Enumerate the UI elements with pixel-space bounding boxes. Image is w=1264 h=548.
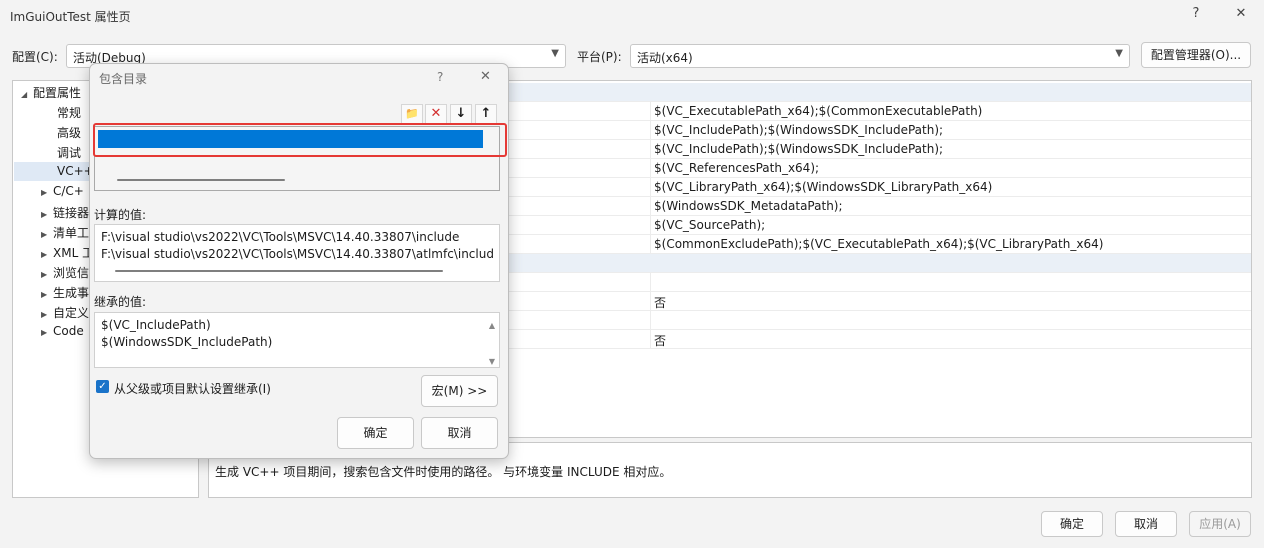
ok-button[interactable]: 确定 [1041, 511, 1103, 537]
caret-right-icon: ▶ [41, 290, 48, 299]
computed-scrollbar[interactable] [115, 270, 443, 272]
caret-down-icon: ◢ [21, 90, 28, 99]
dialog-title: 包含目录 [99, 72, 148, 86]
platform-label: 平台(P): [577, 50, 622, 64]
caret-right-icon: ▶ [41, 328, 48, 337]
tree-item-label: 链接器 [53, 206, 90, 220]
tree-item-label: Code [53, 324, 84, 338]
apply-button[interactable]: 应用(A) [1189, 511, 1251, 537]
inherit-checkbox-label[interactable]: 从父级或项目默认设置继承(I) [114, 380, 271, 397]
include-directories-dialog: 包含目录 ? ✕ 📁 ✕ ↓ ↑ 计算的值: F:\visual studio\… [89, 63, 509, 459]
tree-item-build-events[interactable]: ▶ 生成事 [41, 284, 89, 301]
grid-value: 否 [654, 296, 667, 310]
inherited-values: $(VC_IncludePath) $(WindowsSDK_IncludePa… [94, 312, 500, 368]
caret-right-icon: ▶ [41, 270, 48, 279]
new-line-icon[interactable]: 📁 [401, 104, 423, 124]
tree-item-vcpp[interactable]: VC++ [14, 162, 94, 181]
tree-item-label: 清单工 [53, 226, 90, 240]
tree-item-code-analysis[interactable]: ▶ Code [41, 324, 84, 338]
config-manager-button[interactable]: 配置管理器(O)... [1141, 42, 1251, 68]
window-title: ImGuiOutTest 属性页 [10, 10, 131, 24]
tree-root-label: 配置属性 [33, 86, 82, 100]
grid-value: $(VC_LibraryPath_x64);$(WindowsSDK_Libra… [654, 180, 993, 194]
highlight-box [93, 123, 507, 157]
move-up-icon[interactable]: ↑ [475, 104, 497, 124]
tree-item-general[interactable]: 常规 [57, 104, 81, 121]
platform-select[interactable]: 活动(x64) ▼ [630, 44, 1130, 68]
computed-label: 计算的值: [94, 208, 147, 222]
tree-item-label: XML 工 [53, 246, 95, 260]
tree-item-cpp[interactable]: ▶ C/C+ [41, 184, 84, 198]
close-icon[interactable]: ✕ [1231, 6, 1251, 21]
computed-line: F:\visual studio\vs2022\VC\Tools\MSVC\14… [101, 230, 460, 244]
list-scrollbar[interactable] [117, 179, 285, 181]
inherited-line: $(WindowsSDK_IncludePath) [101, 335, 273, 349]
grid-value: 否 [654, 334, 667, 348]
tree-item-xml[interactable]: ▶ XML 工 [41, 244, 94, 261]
caret-right-icon: ▶ [41, 210, 48, 219]
tree-item-label: 浏览信 [53, 266, 90, 280]
tree-item-debugging[interactable]: 调试 [57, 144, 81, 161]
tree-item-linker[interactable]: ▶ 链接器 [41, 204, 89, 221]
dialog-ok-button[interactable]: 确定 [337, 417, 414, 449]
scroll-down-icon[interactable]: ▼ [489, 353, 495, 370]
move-down-icon[interactable]: ↓ [450, 104, 472, 124]
chevron-down-icon: ▼ [1115, 48, 1123, 59]
config-label: 配置(C): [12, 50, 58, 64]
inherit-checkbox[interactable]: ✓ [96, 380, 109, 393]
caret-right-icon: ▶ [41, 188, 48, 197]
grid-value: $(CommonExcludePath);$(VC_ExecutablePath… [654, 237, 1104, 251]
grid-value: $(VC_SourcePath); [654, 218, 766, 232]
tree-item-label: C/C+ [53, 184, 84, 198]
inherited-line: $(VC_IncludePath) [101, 318, 211, 332]
platform-value: 活动(x64) [637, 51, 693, 65]
tree-item-custom[interactable]: ▶ 自定义 [41, 304, 89, 321]
help-icon[interactable]: ? [1186, 6, 1206, 21]
caret-right-icon: ▶ [41, 230, 48, 239]
caret-right-icon: ▶ [41, 310, 48, 319]
tree-item-browse[interactable]: ▶ 浏览信 [41, 264, 89, 281]
tree-item-label: 生成事 [53, 286, 90, 300]
tree-item-label: 自定义 [53, 306, 90, 320]
grid-value: $(VC_IncludePath);$(WindowsSDK_IncludePa… [654, 123, 944, 137]
tree-item-manifest[interactable]: ▶ 清单工 [41, 224, 89, 241]
macros-button[interactable]: 宏(M) >> [421, 375, 498, 407]
cancel-button[interactable]: 取消 [1115, 511, 1177, 537]
tree-item-advanced[interactable]: 高级 [57, 124, 81, 141]
scroll-up-icon[interactable]: ▲ [489, 317, 495, 334]
computed-values: F:\visual studio\vs2022\VC\Tools\MSVC\14… [94, 224, 500, 282]
inherited-label: 继承的值: [94, 295, 147, 309]
close-icon[interactable]: ✕ [480, 69, 491, 84]
chevron-down-icon: ▼ [551, 48, 559, 59]
delete-icon[interactable]: ✕ [425, 104, 447, 124]
grid-value: $(VC_ReferencesPath_x64); [654, 161, 820, 175]
tree-root[interactable]: ◢ 配置属性 [21, 84, 81, 101]
caret-right-icon: ▶ [41, 250, 48, 259]
help-icon[interactable]: ? [437, 70, 443, 84]
grid-value: $(VC_IncludePath);$(WindowsSDK_IncludePa… [654, 142, 944, 156]
grid-value: $(VC_ExecutablePath_x64);$(CommonExecuta… [654, 104, 983, 118]
computed-line: F:\visual studio\vs2022\VC\Tools\MSVC\14… [101, 247, 494, 261]
dialog-cancel-button[interactable]: 取消 [421, 417, 498, 449]
grid-value: $(WindowsSDK_MetadataPath); [654, 199, 843, 213]
